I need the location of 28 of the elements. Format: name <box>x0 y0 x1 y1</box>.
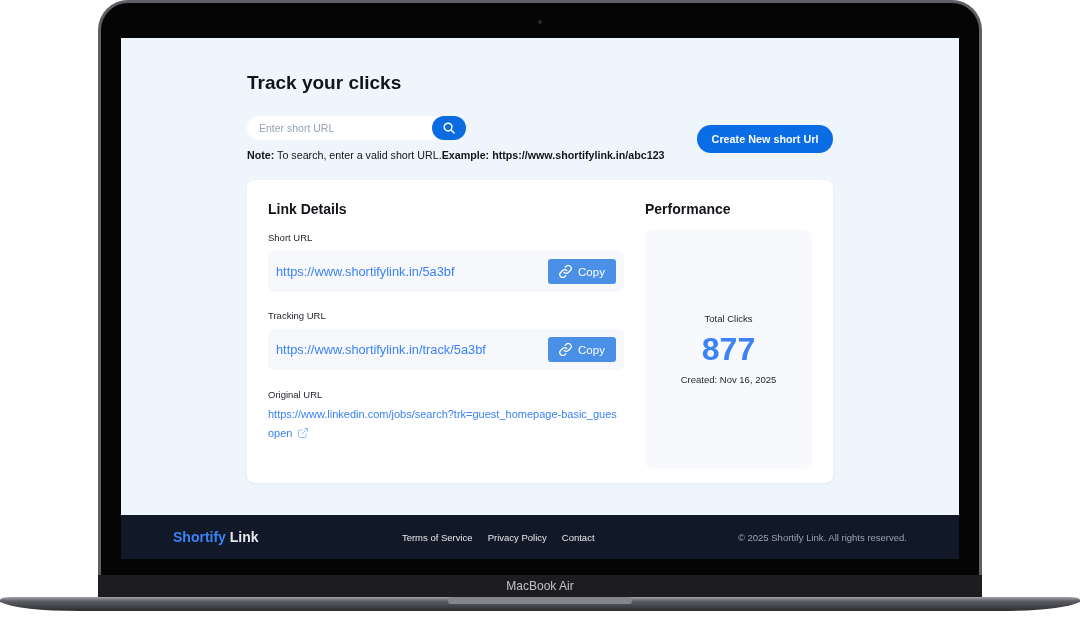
created-date: Created: Nov 16, 2025 <box>680 374 777 386</box>
link-icon <box>559 265 573 278</box>
section-title: Performance <box>645 200 732 218</box>
copy-button[interactable]: Copy <box>548 259 616 284</box>
field-label: Original URL <box>268 388 324 402</box>
device-label: MacBook Air <box>506 579 574 593</box>
footer-link[interactable]: Contact <box>561 531 595 543</box>
page-title: Track your clicks <box>247 71 403 95</box>
section-title: Link Details <box>268 200 348 218</box>
url-link[interactable]: https://www.shortifylink.in/5a3bf <box>276 264 455 279</box>
copy-button[interactable]: Copy <box>548 337 616 362</box>
external-link-icon[interactable] <box>298 428 309 438</box>
field-label: Short URL <box>268 231 314 245</box>
url-link[interactable]: https://www.shortifylink.in/track/5a3bf <box>276 342 486 357</box>
search-note: Note: To search, enter a valid short URL.Example: https://www.shortifylink.in/abc123 <box>247 149 665 161</box>
create-button[interactable]: Create New short Url <box>697 124 833 153</box>
footer-link[interactable]: Privacy Policy <box>487 531 547 543</box>
link-icon <box>559 343 573 356</box>
stat-label: Total Clicks <box>704 313 753 325</box>
stat-value: 877 <box>701 331 756 367</box>
camera-icon <box>538 20 542 24</box>
copyright-text: © 2025 Shortify Link. All rights reserved. <box>737 531 907 543</box>
brand-logo[interactable]: Shortify Link <box>173 529 259 545</box>
original-url-link[interactable]: https://www.linkedin.com/jobs/search?trk=guest_homepage-basic_gues <box>268 406 617 422</box>
field-label: Tracking URL <box>268 309 327 323</box>
search-field[interactable]: Enter short URL <box>247 116 466 140</box>
open-link[interactable]: open <box>268 425 293 441</box>
footer-link[interactable]: Terms of Service <box>401 531 473 543</box>
